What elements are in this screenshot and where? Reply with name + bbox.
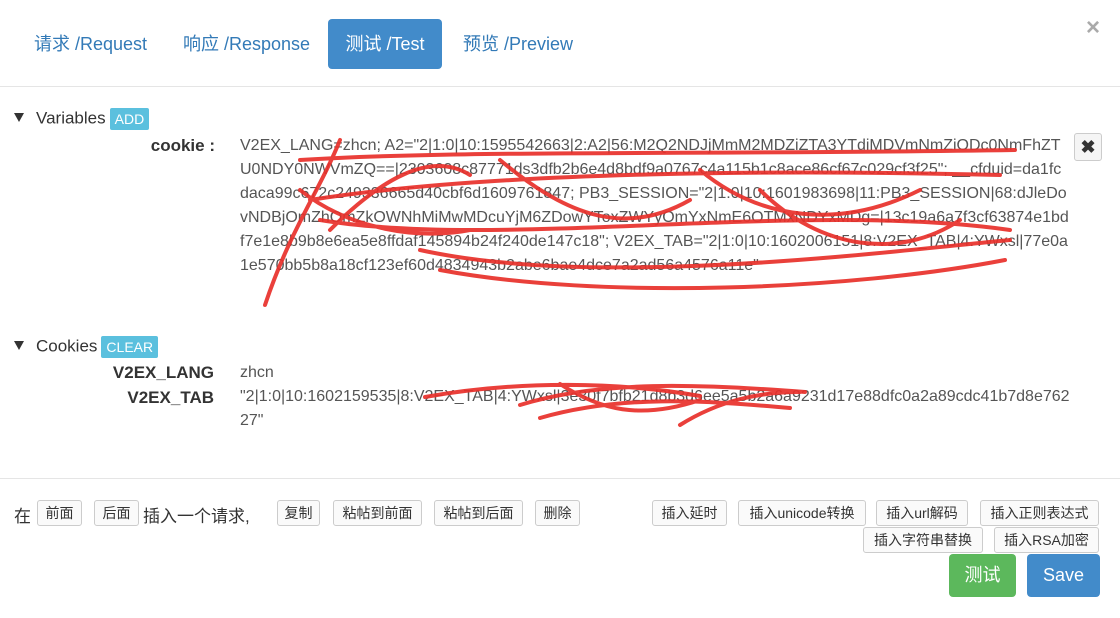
- tab-test[interactable]: 测试 /Test: [328, 19, 442, 69]
- tab-bar: 请求 /Request 响应 /Response 测试 /Test 预览 /Pr…: [0, 0, 1120, 87]
- cookies-heading: Cookies: [36, 336, 98, 356]
- tab-request[interactable]: 请求 /Request: [16, 19, 165, 69]
- cookie-value: zhcn: [240, 364, 274, 381]
- section-divider: [0, 478, 1120, 479]
- variables-heading: Variables: [36, 108, 106, 128]
- variables-section-header: Variables ADD: [14, 108, 150, 130]
- paste-before-button[interactable]: 粘帖到前面: [333, 500, 422, 526]
- caret-down-icon[interactable]: [14, 112, 24, 122]
- test-button[interactable]: 测试: [949, 554, 1016, 597]
- after-button[interactable]: 后面: [94, 500, 139, 526]
- variable-key: cookie :: [150, 136, 215, 155]
- cookies-section-header: Cookies CLEAR: [14, 336, 159, 358]
- insert-prefix-text: 在: [14, 507, 31, 526]
- add-variable-button[interactable]: ADD: [109, 108, 150, 130]
- clear-cookies-button[interactable]: CLEAR: [101, 336, 159, 358]
- variable-value: V2EX_LANG=zhcn; A2="2|1:0|10:1595542663|…: [240, 137, 1069, 274]
- delete-button[interactable]: 删除: [535, 500, 580, 526]
- before-button[interactable]: 前面: [37, 500, 82, 526]
- insert-request-text: 插入一个请求,: [143, 507, 250, 526]
- copy-button[interactable]: 复制: [277, 500, 320, 526]
- insert-unicode-button[interactable]: 插入unicode转换: [738, 500, 866, 526]
- insert-regex-button[interactable]: 插入正则表达式: [980, 500, 1099, 526]
- close-icon[interactable]: ×: [1086, 14, 1100, 42]
- tab-response[interactable]: 响应 /Response: [165, 19, 328, 69]
- cookie-key: V2EX_TAB: [127, 388, 214, 407]
- delete-variable-icon[interactable]: ✖: [1074, 133, 1102, 161]
- caret-down-icon[interactable]: [14, 340, 24, 350]
- insert-delay-button[interactable]: 插入延时: [652, 500, 727, 526]
- insert-replace-button[interactable]: 插入字符串替换: [863, 527, 983, 553]
- cookie-value: "2|1:0|10:1602159535|8:V2EX_TAB|4:YWxsl|…: [240, 388, 1070, 429]
- paste-after-button[interactable]: 粘帖到后面: [434, 500, 523, 526]
- tab-preview[interactable]: 预览 /Preview: [445, 19, 591, 69]
- insert-url-decode-button[interactable]: 插入url解码: [876, 500, 968, 526]
- insert-rsa-button[interactable]: 插入RSA加密: [994, 527, 1099, 553]
- save-button[interactable]: Save: [1027, 554, 1100, 597]
- cookie-key: V2EX_LANG: [112, 363, 214, 382]
